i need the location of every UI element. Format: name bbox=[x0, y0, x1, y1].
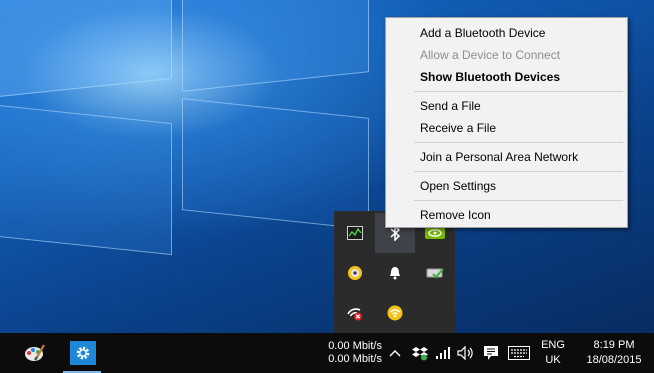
media-disc-icon[interactable] bbox=[335, 253, 375, 293]
dropbox-sync-icon[interactable] bbox=[410, 343, 430, 363]
bluetooth-context-menu: Add a Bluetooth Device Allow a Device to… bbox=[385, 17, 628, 228]
action-center-icon[interactable] bbox=[480, 343, 502, 363]
network-speed-meter[interactable]: 0.00 Mbit/s 0.00 Mbit/s bbox=[320, 340, 382, 366]
input-language-indicator[interactable]: ENG UK bbox=[540, 338, 566, 368]
menu-separator bbox=[414, 171, 623, 172]
menu-separator bbox=[414, 142, 623, 143]
wifi-signal-icon[interactable] bbox=[434, 343, 454, 363]
network-error-icon[interactable] bbox=[335, 293, 375, 333]
menu-item-send-file[interactable]: Send a File bbox=[420, 99, 481, 113]
menu-item-join-pan[interactable]: Join a Personal Area Network bbox=[420, 150, 578, 164]
volume-speaker-icon[interactable] bbox=[456, 343, 476, 363]
menu-item-remove-icon[interactable]: Remove Icon bbox=[420, 208, 491, 222]
wifi-hotspot-icon[interactable] bbox=[375, 293, 415, 333]
window-logo-pane bbox=[0, 0, 172, 102]
drive-check-icon[interactable] bbox=[415, 253, 455, 293]
notification-bell-icon[interactable] bbox=[375, 253, 415, 293]
paint-tool-icon[interactable] bbox=[16, 337, 52, 369]
system-clock[interactable]: 8:19 PM 18/08/2015 bbox=[578, 338, 650, 368]
taskbar: 0.00 Mbit/s 0.00 Mbit/s ENG UK 8:19 PM 1… bbox=[0, 333, 654, 373]
touch-keyboard-icon[interactable] bbox=[506, 343, 532, 363]
download-speed: 0.00 Mbit/s bbox=[328, 353, 382, 365]
menu-separator bbox=[414, 91, 623, 92]
settings-gear-icon[interactable] bbox=[70, 341, 96, 365]
clock-date: 18/08/2015 bbox=[586, 354, 642, 366]
tray-overflow-panel bbox=[334, 211, 455, 333]
language-region: UK bbox=[545, 354, 561, 366]
menu-item-show-bluetooth-devices[interactable]: Show Bluetooth Devices bbox=[420, 70, 560, 84]
window-logo-pane bbox=[182, 0, 369, 92]
language-code: ENG bbox=[541, 339, 565, 351]
menu-separator bbox=[414, 200, 623, 201]
menu-item-allow-device-connect: Allow a Device to Connect bbox=[420, 48, 561, 62]
upload-speed: 0.00 Mbit/s bbox=[328, 340, 382, 352]
menu-item-receive-file[interactable]: Receive a File bbox=[420, 121, 496, 135]
clock-time: 8:19 PM bbox=[593, 339, 635, 351]
window-logo-pane bbox=[0, 100, 172, 256]
menu-item-open-settings[interactable]: Open Settings bbox=[420, 179, 496, 193]
menu-item-add-bluetooth-device[interactable]: Add a Bluetooth Device bbox=[420, 26, 545, 40]
chevron-up-icon[interactable] bbox=[386, 345, 404, 361]
gpu-monitor-icon[interactable] bbox=[335, 213, 375, 253]
